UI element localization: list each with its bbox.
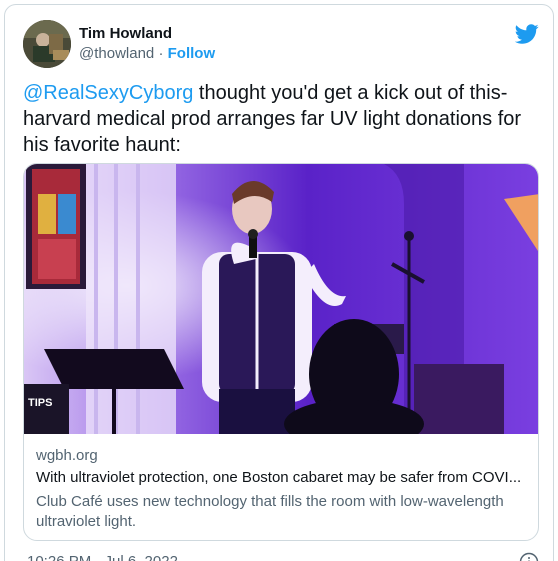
user-handle[interactable]: @thowland (79, 45, 154, 62)
handle-separator: · (154, 45, 168, 62)
link-description: Club Café uses new technology that fills… (36, 493, 504, 530)
link-domain: wgbh.org (36, 447, 98, 464)
tweet-text: @RealSexyCyborg thought you'd get a kick… (23, 80, 533, 158)
handle-line: @thowland · Follow (79, 44, 215, 64)
tweet-timestamp[interactable]: 10:26 PM · Jul 6, 2022 (27, 553, 178, 561)
avatar[interactable] (23, 20, 71, 68)
link-title[interactable]: With ultraviolet protection, one Boston … (36, 468, 530, 488)
tweet-card: Tim Howland @thowland · Follow @RealSexy… (4, 4, 554, 561)
link-preview-card[interactable]: TIPS wgbh.org With ultraviolet protectio… (23, 163, 539, 541)
twitter-bird-icon[interactable] (515, 22, 539, 46)
info-icon[interactable] (519, 552, 539, 561)
follow-button[interactable]: Follow (168, 45, 216, 62)
user-block: Tim Howland @thowland · Follow (79, 24, 215, 64)
display-name[interactable]: Tim Howland (79, 24, 215, 44)
link-preview-image: TIPS (24, 164, 538, 434)
link-meta: wgbh.org With ultraviolet protection, on… (36, 446, 530, 532)
tweet-header: Tim Howland @thowland · Follow (23, 20, 543, 68)
tips-sign: TIPS (28, 397, 52, 409)
avatar-image (23, 20, 71, 68)
mention-link[interactable]: @RealSexyCyborg (23, 82, 193, 104)
